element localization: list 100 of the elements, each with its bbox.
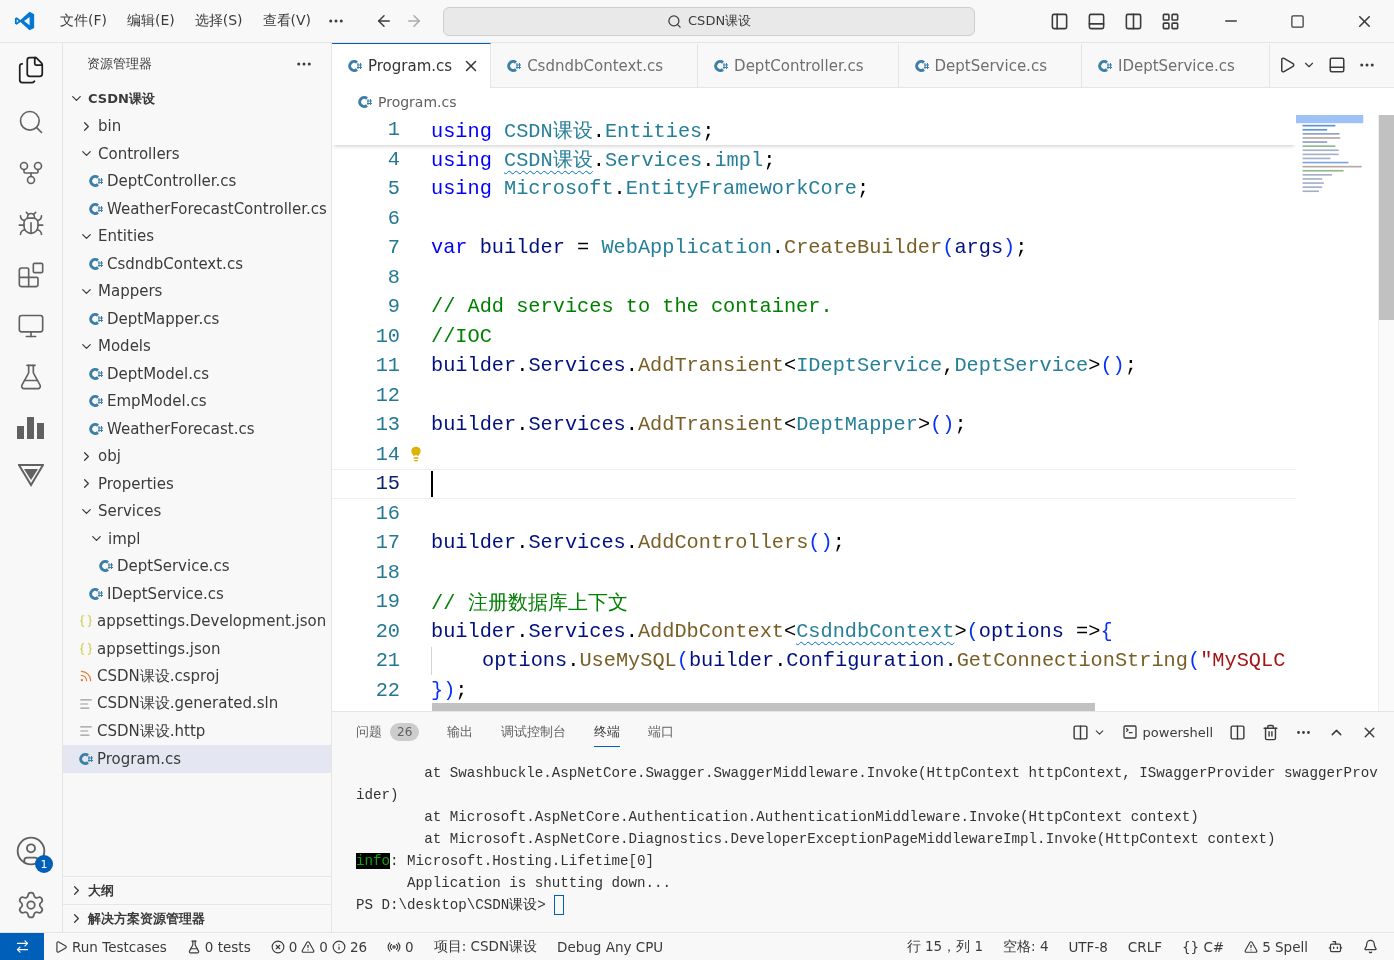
app-logo-icon bbox=[14, 10, 36, 32]
csharp-file-icon bbox=[914, 58, 929, 73]
folder-item[interactable]: Mappers bbox=[63, 277, 331, 305]
text-file-icon bbox=[79, 696, 93, 711]
warning-icon bbox=[1244, 939, 1259, 954]
file-item[interactable]: CsdndbContext.cs bbox=[63, 250, 331, 278]
status-item[interactable]: 0 bbox=[377, 938, 424, 955]
status-item[interactable]: Run Testcases bbox=[44, 938, 177, 955]
terminal-line: info: Microsoft.Hosting.Lifetime[0] bbox=[356, 852, 655, 871]
terminal-selector[interactable]: powershell bbox=[1115, 724, 1219, 740]
folder-item[interactable]: obj bbox=[63, 442, 331, 470]
panel-tab[interactable]: 问题 26 bbox=[356, 717, 420, 747]
language-status[interactable]: {} C# bbox=[1171, 938, 1235, 955]
file-item[interactable]: CSDN课设.http bbox=[63, 717, 331, 745]
error-icon bbox=[270, 939, 285, 954]
line-number: 20 bbox=[374, 619, 400, 643]
status-item[interactable]: CRLF bbox=[1117, 938, 1172, 955]
explorer-icon[interactable] bbox=[16, 55, 46, 85]
file-item[interactable]: appsettings.json bbox=[63, 635, 331, 663]
maximize-icon[interactable] bbox=[1290, 13, 1305, 29]
panel-tab[interactable]: 调试控制台 bbox=[501, 717, 567, 747]
trash-icon[interactable] bbox=[1262, 723, 1279, 741]
copilot-icon[interactable] bbox=[1328, 939, 1343, 954]
folder-item[interactable]: Controllers bbox=[63, 140, 331, 168]
file-item[interactable]: CSDN课设.generated.sln bbox=[63, 690, 331, 718]
horizontal-scrollbar[interactable] bbox=[432, 703, 1095, 711]
file-item[interactable]: WeatherForecastController.cs bbox=[63, 195, 331, 223]
folder-item[interactable]: Models bbox=[63, 332, 331, 360]
file-item[interactable]: WeatherForecast.cs bbox=[63, 415, 331, 443]
panel-tab[interactable]: 输出 bbox=[447, 717, 474, 747]
menu-item[interactable]: 选择(S) bbox=[184, 12, 253, 30]
folder-item[interactable]: Properties bbox=[63, 470, 331, 498]
bell-icon[interactable] bbox=[1363, 939, 1378, 954]
csharp-file-icon bbox=[89, 256, 103, 271]
ports-icon bbox=[387, 939, 402, 954]
layout-icon[interactable] bbox=[1161, 11, 1180, 31]
source-control-icon[interactable] bbox=[17, 159, 45, 187]
file-item[interactable]: Program.cs bbox=[63, 745, 331, 773]
file-item[interactable]: appsettings.Development.json bbox=[63, 607, 331, 635]
search-text: CSDN课设 bbox=[688, 12, 752, 30]
folder-item[interactable]: bin bbox=[63, 112, 331, 140]
status-item[interactable]: 5 Spell bbox=[1234, 938, 1318, 955]
file-item[interactable]: IDeptService.cs bbox=[63, 580, 331, 608]
csharp-file-icon bbox=[89, 394, 103, 409]
play-icon bbox=[54, 939, 68, 954]
settings-icon[interactable] bbox=[16, 890, 46, 920]
line-number: 12 bbox=[374, 383, 400, 407]
folder-item[interactable]: Services bbox=[63, 497, 331, 525]
line-number: 1 bbox=[386, 118, 400, 142]
remote-button[interactable] bbox=[0, 933, 44, 960]
status-item[interactable]: 行 15，列 1 bbox=[896, 937, 994, 956]
toggle-panel-icon[interactable] bbox=[1087, 11, 1106, 31]
search-icon bbox=[667, 13, 683, 29]
split-editor-icon[interactable] bbox=[1328, 56, 1346, 74]
code-line: builder.Services.AddControllers(); bbox=[431, 531, 845, 555]
split-terminal-icon[interactable] bbox=[1229, 723, 1246, 741]
file-item[interactable]: DeptMapper.cs bbox=[63, 305, 331, 333]
csharp-file-icon bbox=[89, 311, 103, 326]
status-item[interactable]: 0 tests bbox=[176, 938, 261, 955]
editor-tab[interactable]: Program.cs bbox=[332, 43, 492, 88]
collapsed-section[interactable]: 大纲 bbox=[63, 876, 331, 904]
line-number: 5 bbox=[386, 177, 400, 201]
text-cursor bbox=[431, 470, 433, 497]
account-icon[interactable] bbox=[15, 835, 47, 867]
csharp-file-icon bbox=[89, 586, 103, 601]
menu-item[interactable]: 文件(F) bbox=[50, 12, 117, 30]
toggle-secondary-sidebar-icon[interactable] bbox=[1124, 11, 1143, 31]
folder-item[interactable]: CSDN课设 bbox=[63, 85, 331, 113]
code-line: //IOC bbox=[431, 324, 492, 348]
folder-item[interactable]: impl bbox=[63, 525, 331, 553]
menu-item[interactable]: 查看(V) bbox=[252, 12, 322, 30]
search-icon[interactable] bbox=[17, 108, 45, 136]
bug-icon[interactable] bbox=[17, 210, 45, 238]
csharp-file-icon bbox=[89, 421, 103, 436]
monitor-icon[interactable] bbox=[17, 312, 45, 340]
panel-tab[interactable]: 终端 bbox=[594, 717, 621, 747]
line-number: 16 bbox=[374, 501, 400, 525]
file-item[interactable]: DeptService.cs bbox=[63, 552, 331, 580]
command-center-search[interactable]: CSDN课设 bbox=[443, 6, 976, 36]
panel-tab[interactable]: 端口 bbox=[648, 717, 675, 747]
status-item[interactable]: 项目: CSDN课设 bbox=[423, 937, 547, 956]
bar-chart-icon[interactable] bbox=[16, 414, 46, 440]
problems-status[interactable]: 0 0 26 bbox=[260, 938, 378, 955]
vertical-scrollbar[interactable] bbox=[1378, 115, 1394, 711]
status-item[interactable]: UTF-8 bbox=[1058, 938, 1118, 955]
file-item[interactable]: EmpModel.cs bbox=[63, 387, 331, 415]
run-icon[interactable] bbox=[1278, 56, 1296, 74]
status-item[interactable]: 空格: 4 bbox=[993, 937, 1059, 956]
extensions-icon[interactable] bbox=[17, 261, 45, 289]
breadcrumb[interactable]: Program.cs bbox=[332, 88, 1394, 115]
funnel-icon[interactable] bbox=[18, 463, 44, 487]
file-item[interactable]: DeptModel.cs bbox=[63, 360, 331, 388]
layout-icon[interactable] bbox=[1071, 723, 1089, 741]
file-item[interactable]: CSDN课设.csproj bbox=[63, 662, 331, 690]
folder-item[interactable]: Entities bbox=[63, 222, 331, 250]
menu-item[interactable]: 编辑(E) bbox=[117, 12, 185, 30]
toggle-sidebar-icon[interactable] bbox=[1050, 11, 1069, 31]
status-item[interactable]: Debug Any CPU bbox=[547, 938, 674, 955]
file-item[interactable]: DeptController.cs bbox=[63, 167, 331, 195]
flask-icon bbox=[186, 939, 201, 954]
